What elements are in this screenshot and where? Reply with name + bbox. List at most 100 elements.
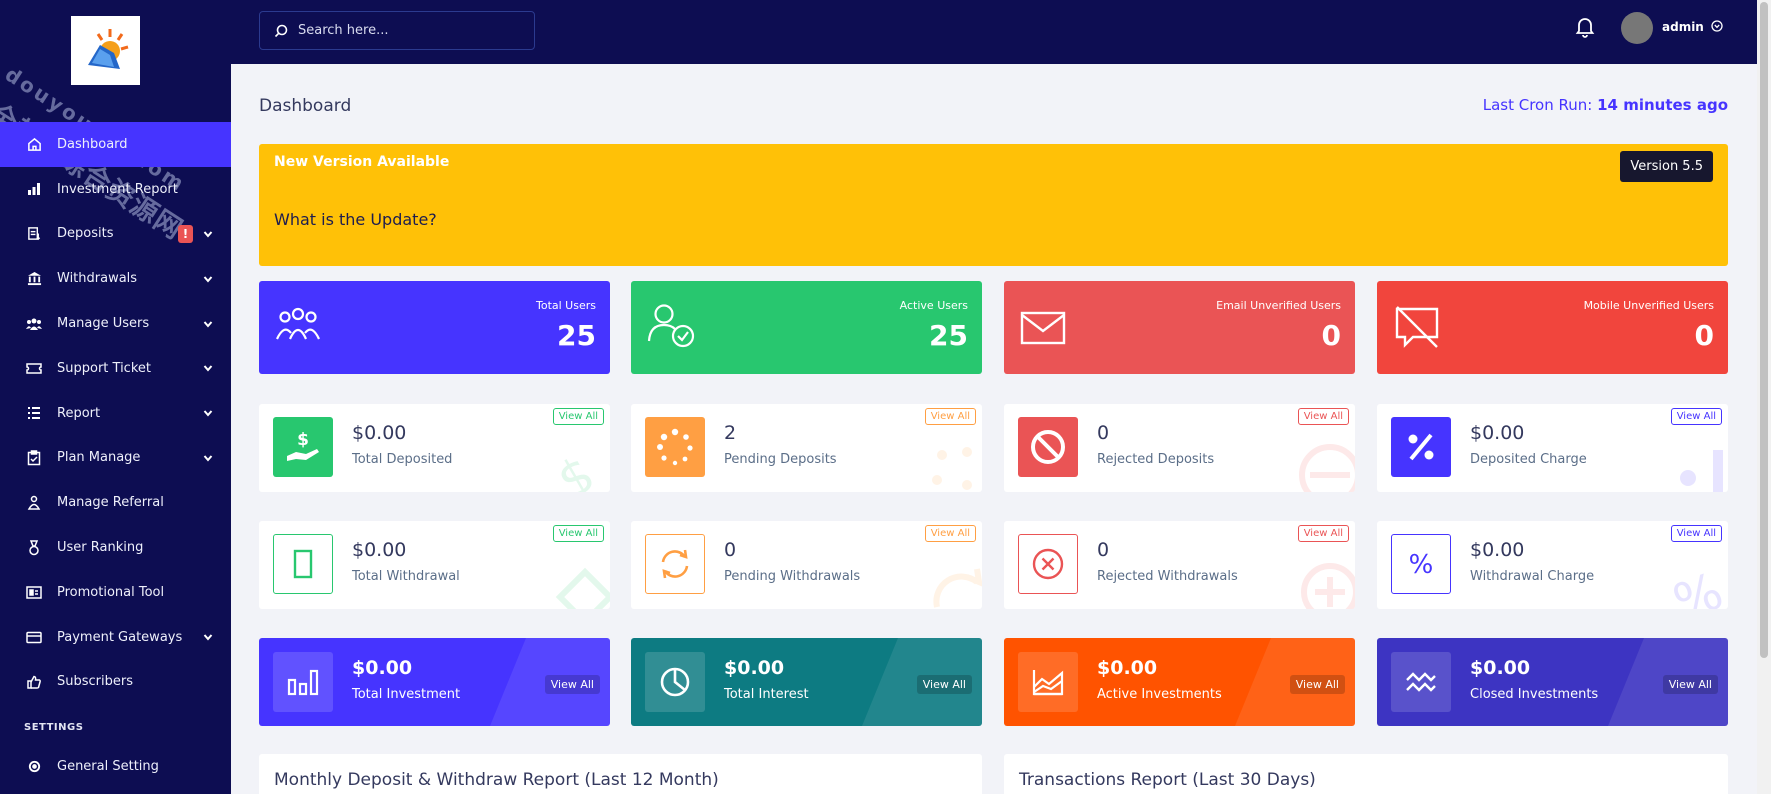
sidebar-item-subscribers[interactable]: Subscribers bbox=[0, 660, 231, 705]
view-all-button[interactable]: View All bbox=[1662, 675, 1718, 694]
stat-card-total-users[interactable]: Total Users 25 bbox=[259, 281, 610, 374]
cron-status: Last Cron Run: 14 minutes ago bbox=[1483, 96, 1728, 114]
sidebar-item-promotional-tool[interactable]: Promotional Tool bbox=[0, 570, 231, 615]
spinner-watermark-icon bbox=[932, 447, 972, 490]
percent-icon bbox=[1391, 417, 1451, 477]
view-all-button[interactable]: View All bbox=[544, 675, 600, 694]
sidebar-item-support-ticket[interactable]: Support Ticket bbox=[0, 346, 231, 391]
banner-question: What is the Update? bbox=[274, 210, 437, 229]
stat-value: 0 bbox=[1321, 319, 1341, 352]
view-all-button[interactable]: View All bbox=[924, 525, 976, 542]
stat-card-active-users[interactable]: Active Users 25 bbox=[631, 281, 982, 374]
view-all-button[interactable]: View All bbox=[1670, 408, 1722, 425]
view-all-button[interactable]: View All bbox=[552, 525, 604, 542]
topbar: admin bbox=[231, 0, 1757, 64]
invest-card-closed: $0.00 Closed Investments View All bbox=[1377, 638, 1728, 726]
chevron-down-icon[interactable] bbox=[1711, 20, 1723, 32]
card-value: $0.00 bbox=[1470, 422, 1525, 444]
scrollbar[interactable] bbox=[1757, 0, 1771, 794]
card-label: Total Deposited bbox=[352, 452, 453, 467]
bell-icon[interactable] bbox=[1575, 16, 1595, 38]
chevron-down-icon bbox=[203, 320, 213, 328]
minus-circle-watermark-icon bbox=[1299, 444, 1355, 492]
list-icon bbox=[25, 405, 43, 421]
dollar-watermark-icon: $ bbox=[550, 445, 604, 492]
stat-label: Total Users bbox=[536, 299, 596, 312]
panel-title: Transactions Report (Last 30 Days) bbox=[1019, 770, 1316, 790]
view-all-button[interactable]: View All bbox=[1297, 525, 1349, 542]
invest-card-total: $0.00 Total Investment View All bbox=[259, 638, 610, 726]
card-value: $0.00 bbox=[352, 422, 407, 444]
view-all-button[interactable]: View All bbox=[1289, 675, 1345, 694]
sidebar-item-user-ranking[interactable]: User Ranking bbox=[0, 525, 231, 570]
withdraw-card-charge: % $0.00 Withdrawal Charge View All % bbox=[1377, 521, 1728, 609]
user-name[interactable]: admin bbox=[1662, 20, 1704, 34]
sidebar-item-label: General Setting bbox=[57, 758, 159, 774]
deposit-card-pending: 2 Pending Deposits View All bbox=[631, 404, 982, 492]
stat-card-mobile-unverified[interactable]: Mobile Unverified Users 0 bbox=[1377, 281, 1728, 374]
chevron-down-icon bbox=[203, 410, 213, 417]
stat-value: 25 bbox=[557, 319, 596, 352]
card-value: $0.00 bbox=[352, 657, 413, 679]
card-label: Active Investments bbox=[1097, 687, 1222, 702]
view-all-button[interactable]: View All bbox=[1670, 525, 1722, 542]
view-all-button[interactable]: View All bbox=[916, 675, 972, 694]
clipboard-icon bbox=[25, 450, 43, 466]
view-all-button[interactable]: View All bbox=[552, 408, 604, 425]
home-icon bbox=[25, 136, 43, 152]
sidebar-item-plan-manage[interactable]: Plan Manage bbox=[0, 436, 231, 481]
cron-value: 14 minutes ago bbox=[1597, 96, 1728, 114]
sidebar-item-payment-gateways[interactable]: Payment Gateways bbox=[0, 615, 231, 660]
card-value: 0 bbox=[724, 539, 737, 561]
bank-icon bbox=[25, 271, 43, 287]
percent-watermark-icon bbox=[1680, 450, 1723, 492]
sidebar-item-withdrawals[interactable]: Withdrawals bbox=[0, 256, 231, 301]
sidebar-item-label: Payment Gateways bbox=[57, 629, 183, 645]
deposit-card-rejected: 0 Rejected Deposits View All bbox=[1004, 404, 1355, 492]
deposit-card-charge: $0.00 Deposited Charge View All bbox=[1377, 404, 1728, 492]
panel-title: Monthly Deposit & Withdraw Report (Last … bbox=[274, 770, 719, 790]
card-label: Total Investment bbox=[352, 687, 461, 702]
sidebar-item-manage-users[interactable]: Manage Users bbox=[0, 301, 231, 346]
sidebar-item-investment-report[interactable]: Investment Report bbox=[0, 167, 231, 212]
refresh-icon bbox=[645, 534, 705, 594]
view-all-button[interactable]: View All bbox=[1297, 408, 1349, 425]
stat-label: Active Users bbox=[899, 299, 968, 312]
sidebar-item-label: Investment Report bbox=[57, 181, 178, 197]
sidebar-item-dashboard[interactable]: Dashboard bbox=[0, 122, 231, 167]
card-value: $0.00 bbox=[1470, 657, 1531, 679]
sidebar-item-deposits[interactable]: Deposits ! bbox=[0, 212, 231, 257]
svg-text:%: % bbox=[1409, 550, 1434, 580]
sidebar-item-label: Dashboard bbox=[57, 136, 128, 152]
transactions-report-panel: Transactions Report (Last 30 Days) bbox=[1004, 754, 1728, 794]
chevron-down-icon bbox=[203, 634, 213, 641]
avatar[interactable] bbox=[1621, 12, 1653, 44]
stat-card-email-unverified[interactable]: Email Unverified Users 0 bbox=[1004, 281, 1355, 374]
gear-icon bbox=[25, 758, 43, 774]
percent-icon: % bbox=[1391, 534, 1451, 594]
scrollbar-thumb[interactable] bbox=[1760, 2, 1768, 658]
search-icon bbox=[274, 24, 288, 37]
x-circle-icon bbox=[1018, 534, 1078, 594]
wallet-icon bbox=[273, 534, 333, 594]
percent-watermark-icon: % bbox=[1668, 562, 1728, 609]
dollar-hand-icon: $ bbox=[273, 417, 333, 477]
card-value: 2 bbox=[724, 422, 737, 444]
search-input[interactable] bbox=[298, 23, 518, 38]
sidebar-item-label: Deposits bbox=[57, 226, 114, 242]
card-value: $0.00 bbox=[1097, 657, 1158, 679]
card-value: $0.00 bbox=[1470, 539, 1525, 561]
sidebar: 全都有综合资源网 douyouvip.com Dashboard Investm… bbox=[0, 0, 231, 794]
sidebar-item-label: Manage Users bbox=[57, 316, 150, 332]
users-icon bbox=[25, 316, 43, 332]
card-label: Rejected Deposits bbox=[1097, 452, 1215, 467]
deposit-card-total-deposited: $ $0.00 Total Deposited View All $ bbox=[259, 404, 610, 492]
sidebar-item-report[interactable]: Report bbox=[0, 391, 231, 436]
sidebar-item-general-setting[interactable]: General Setting bbox=[0, 744, 231, 789]
sidebar-item-manage-referral[interactable]: Manage Referral bbox=[0, 480, 231, 525]
plus-circle-watermark-icon bbox=[1301, 563, 1355, 609]
withdraw-card-pending: 0 Pending Withdrawals View All bbox=[631, 521, 982, 609]
view-all-button[interactable]: View All bbox=[924, 408, 976, 425]
logo[interactable] bbox=[71, 16, 140, 85]
pending-badge: ! bbox=[178, 224, 193, 243]
